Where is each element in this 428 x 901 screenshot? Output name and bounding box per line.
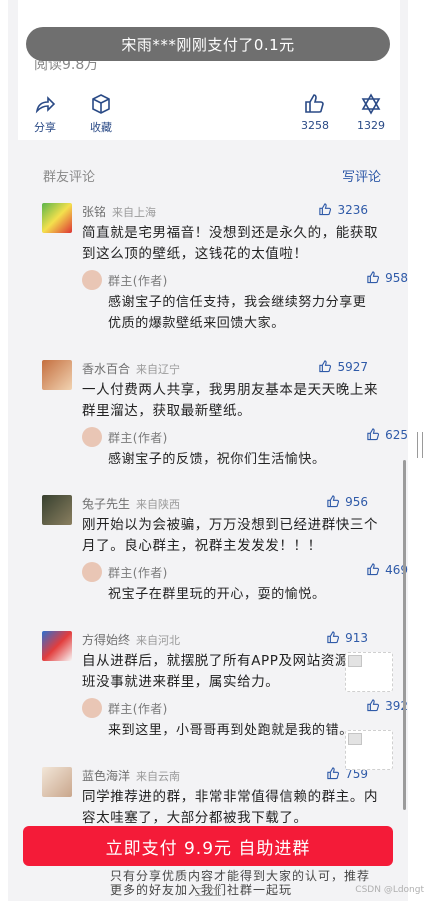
- like-article-button[interactable]: 3258: [301, 92, 329, 132]
- pay-button[interactable]: 立即支付 9.9元 自助进群: [23, 826, 393, 866]
- comment-like-button[interactable]: 5927: [318, 359, 368, 374]
- avatar: [42, 767, 72, 797]
- reply-author: 群主(作者): [108, 566, 168, 580]
- reply-text: 感谢宝子的信任支持，我会继续努力分享更优质的爆款壁纸来回馈大家。: [108, 295, 367, 331]
- comment-author: 张铭 来自上海: [82, 205, 157, 219]
- thumbs-up-icon: [367, 563, 380, 576]
- reply-like-button[interactable]: 958: [366, 270, 408, 285]
- comment-like-button[interactable]: 913: [326, 630, 368, 645]
- favor-button[interactable]: 1329: [357, 92, 385, 132]
- comment-text: 刚开始以为会被骗，万万没想到已经进群快三个月了。良心群主，祝群主发发发！！！: [82, 517, 379, 554]
- comment-author: 香水百合 来自辽宁: [82, 362, 181, 376]
- share-button[interactable]: 分享: [33, 92, 57, 135]
- thumbs-up-icon: [367, 428, 380, 441]
- reply-author: 群主(作者): [108, 274, 168, 288]
- avatar: [42, 360, 72, 390]
- comment-author: 蓝色海洋 来自云南: [82, 769, 181, 783]
- favor-count: 1329: [357, 119, 385, 132]
- comment-text: 同学推荐进的群，非常非常值得信赖的群主。内容太哇塞了，大部分都被我下载了。: [82, 789, 379, 826]
- write-comment-link[interactable]: 写评论: [342, 166, 381, 185]
- thumbs-up-icon: [367, 699, 380, 712]
- author-avatar: [82, 270, 102, 290]
- box-icon: [92, 94, 110, 114]
- author-avatar: [82, 562, 102, 582]
- reply-text: 祝宝子在群里玩的开心，耍的愉悦。: [108, 587, 326, 602]
- comment-text: 一人付费两人共享，我男朋友基本是天天晚上来群里溜达，获取最新壁纸。: [82, 382, 379, 419]
- author-avatar: [82, 698, 102, 718]
- thumbs-up-icon: [327, 495, 340, 508]
- thumbs-up-icon: [327, 631, 340, 644]
- scrollbar[interactable]: [403, 460, 406, 810]
- avatar: [42, 495, 72, 525]
- thumbs-up-icon: [305, 94, 324, 113]
- thumbs-up-icon: [367, 271, 380, 284]
- thumbs-up-icon: [319, 360, 332, 373]
- comment-author: 方得始终 来自河北: [82, 633, 181, 647]
- reply-text: 来到这里，小哥哥再到处跑就是我的错。: [108, 723, 353, 738]
- underlying-text: 只有分享优质内容才能得到大家的认可，推荐更多的好友加入我们社群一起玩: [110, 869, 371, 897]
- broken-image-icon: [345, 652, 393, 692]
- avatar: [42, 203, 72, 233]
- comment-author: 兔子先生 来自陕西: [82, 497, 181, 511]
- payment-toast: 宋雨***刚刚支付了0.1元: [26, 27, 390, 61]
- comments-section-title: 群友评论: [43, 170, 96, 185]
- star-of-david-icon: [361, 93, 381, 115]
- thumbs-up-icon: [327, 767, 340, 780]
- reply-like-button[interactable]: 469: [366, 562, 408, 577]
- comment-text: 自从进群后，就摆脱了所有APP及网站资源。下班没事就进来群里，属实给力。: [82, 653, 378, 690]
- reply-author: 群主(作者): [108, 702, 168, 716]
- like-count: 3258: [301, 119, 329, 132]
- reply-like-button[interactable]: 625: [366, 427, 408, 442]
- broken-image-icon: [345, 730, 393, 770]
- reply-author: 群主(作者): [108, 431, 168, 445]
- reply-like-button[interactable]: 392: [366, 698, 408, 713]
- collect-label: 收藏: [90, 121, 112, 134]
- comment-text: 简直就是宅男福音！没想到还是永久的，能获取到这么顶的壁纸，这钱花的太值啦！: [82, 225, 379, 262]
- bottom-drag-handle[interactable]: [195, 888, 221, 896]
- share-icon: [35, 96, 56, 114]
- reply-text: 感谢宝子的反馈，祝你们生活愉快。: [108, 452, 326, 467]
- comment-like-button[interactable]: 956: [326, 494, 368, 509]
- comment-like-button[interactable]: 3236: [318, 202, 368, 217]
- avatar: [42, 631, 72, 661]
- watermark: CSDN @Ldongt: [355, 885, 424, 895]
- collect-button[interactable]: 收藏: [89, 92, 113, 135]
- share-label: 分享: [34, 121, 56, 134]
- payment-toast-text: 宋雨***刚刚支付了0.1元: [121, 35, 295, 54]
- side-drag-handle[interactable]: [417, 432, 423, 458]
- author-avatar: [82, 427, 102, 447]
- thumbs-up-icon: [319, 203, 332, 216]
